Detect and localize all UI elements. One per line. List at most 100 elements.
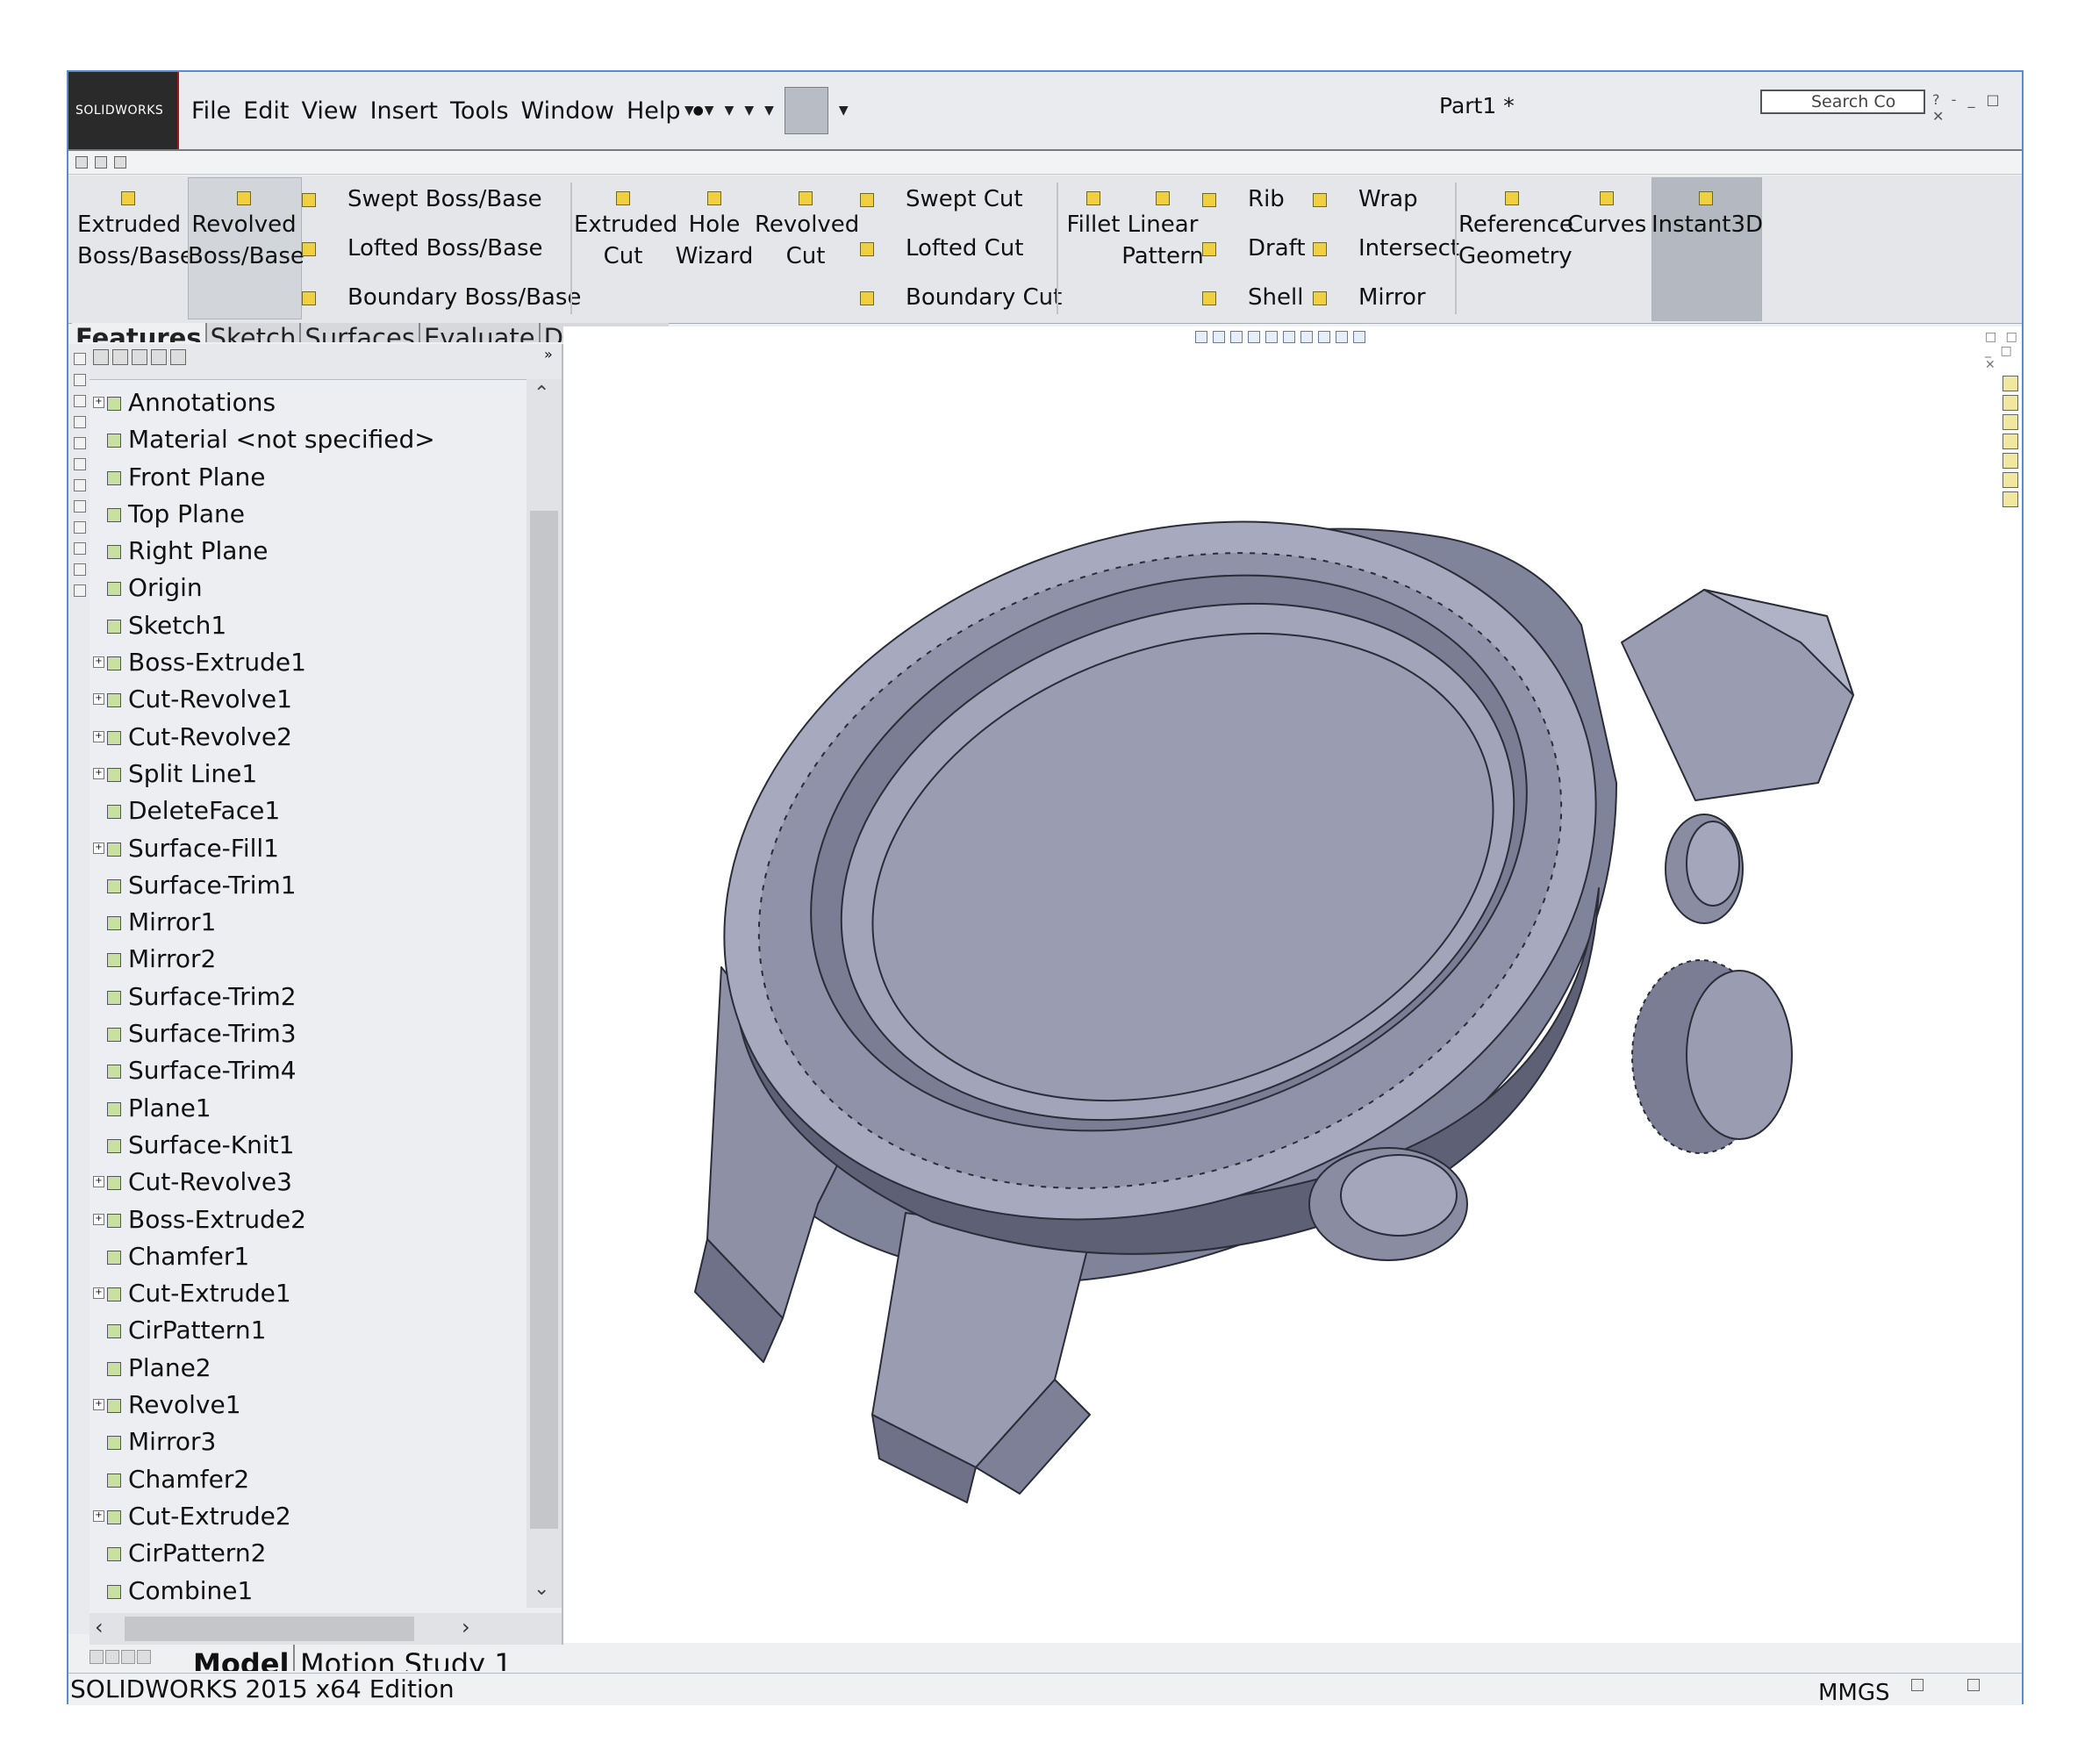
tree-node[interactable]: + Surface-Fill1 (90, 830, 528, 867)
strip-icon[interactable] (74, 584, 86, 597)
tree-node[interactable]: + Cut-Revolve3 (90, 1164, 528, 1201)
rebuild-status-icon[interactable] (1911, 1679, 1924, 1691)
scroll-left-icon[interactable]: ‹ (95, 1615, 104, 1639)
expand-toggle-icon[interactable]: + (93, 656, 104, 669)
tree-node[interactable]: + Boss-Extrude1 (90, 644, 528, 681)
tree-node[interactable]: Origin (90, 570, 528, 606)
tree-node[interactable]: Chamfer2 (90, 1461, 528, 1498)
watch-case-model[interactable] (563, 326, 2022, 1643)
scrollbar-thumb[interactable] (125, 1617, 414, 1641)
menu-tools[interactable]: Tools (450, 97, 509, 125)
strip-icon[interactable] (74, 563, 86, 576)
new-dropdown-icon[interactable]: ▼ (684, 104, 694, 118)
scrollbar-thumb[interactable] (530, 511, 558, 1529)
tree-node[interactable]: Mirror2 (90, 941, 528, 978)
expand-toggle-icon[interactable]: + (93, 1399, 104, 1411)
expand-toggle-icon[interactable]: + (93, 730, 104, 742)
strip-icon[interactable] (74, 437, 86, 449)
menu-file[interactable]: File (191, 97, 231, 125)
extruded-cut-button[interactable]: Extruded Cut (574, 184, 677, 272)
tree-node[interactable]: Material <not specified> (90, 421, 528, 458)
extruded-boss-button[interactable]: Extruded Boss/Base (77, 184, 194, 272)
last-tab-icon[interactable] (137, 1650, 151, 1664)
tree-node[interactable]: Surface-Knit1 (90, 1127, 528, 1164)
strip-icon[interactable] (74, 521, 86, 534)
tree-horizontal-scrollbar[interactable]: ‹ › (90, 1613, 562, 1645)
camera-icon[interactable] (75, 156, 88, 169)
tree-node[interactable]: Plane1 (90, 1090, 528, 1127)
tree-node[interactable]: Front Plane (90, 459, 528, 496)
tree-node[interactable]: DeleteFace1 (90, 792, 528, 829)
lofted-boss-button[interactable]: Lofted Boss/Base (302, 235, 543, 262)
tree-node[interactable]: Surface-Trim2 (90, 979, 528, 1015)
tree-node[interactable]: Surface-Trim3 (90, 1015, 528, 1052)
revolved-boss-button[interactable]: Revolved Boss/Base (188, 184, 304, 272)
tab-features[interactable]: Features (72, 323, 205, 342)
menu-help[interactable]: Help (627, 97, 681, 125)
scroll-right-icon[interactable]: › (462, 1615, 470, 1639)
rib-button[interactable]: Rib (1202, 186, 1285, 212)
strip-icon[interactable] (74, 374, 86, 386)
reference-geometry-button[interactable]: Reference Geometry (1458, 184, 1573, 272)
swept-cut-button[interactable]: Swept Cut (860, 186, 1023, 212)
undo-dropdown-icon[interactable]: ▼ (764, 104, 774, 118)
tree-node[interactable]: + Boss-Extrude2 (90, 1201, 528, 1238)
expand-toggle-icon[interactable]: + (93, 1176, 104, 1188)
tree-node[interactable]: Top Plane (90, 496, 528, 533)
tree-node[interactable]: + Cut-Extrude2 (90, 1498, 528, 1535)
tree-node[interactable]: Right Plane (90, 533, 528, 570)
tree-node[interactable]: Mirror1 (90, 904, 528, 941)
tab-navigation[interactable] (90, 1650, 153, 1667)
save-dropdown-icon[interactable]: ▼ (725, 104, 734, 118)
open-dropdown-icon[interactable]: ▼ (705, 104, 714, 118)
configurationmanager-tab-icon[interactable] (132, 349, 147, 365)
displaymanager-tab-icon[interactable] (170, 349, 186, 365)
scroll-up-icon[interactable]: ⌃ (534, 383, 549, 405)
linear-pattern-button[interactable]: Linear Pattern (1114, 184, 1211, 272)
strip-icon[interactable] (74, 395, 86, 407)
tree-node[interactable]: Surface-Trim1 (90, 867, 528, 904)
intersect-button[interactable]: Intersect (1313, 235, 1459, 262)
tree-node[interactable]: + Annotations (90, 384, 528, 421)
tree-node[interactable]: Combine1 (90, 1573, 528, 1610)
first-tab-icon[interactable] (90, 1650, 104, 1664)
tree-node[interactable]: + Cut-Revolve2 (90, 719, 528, 756)
select-tool-button[interactable] (784, 87, 828, 134)
shell-button[interactable]: Shell (1202, 284, 1303, 311)
tree-node[interactable]: + Cut-Extrude1 (90, 1275, 528, 1312)
menu-window[interactable]: Window (521, 97, 614, 125)
wrap-button[interactable]: Wrap (1313, 186, 1418, 212)
lofted-cut-button[interactable]: Lofted Cut (860, 235, 1023, 262)
menu-edit[interactable]: Edit (243, 97, 289, 125)
boundary-cut-button[interactable]: Boundary Cut (860, 284, 1062, 311)
expand-toggle-icon[interactable]: + (93, 842, 104, 854)
curves-button[interactable]: Curves (1567, 184, 1646, 240)
window-controls[interactable]: ? - _ □ ✕ (1932, 91, 2022, 125)
expand-toggle-icon[interactable]: + (93, 397, 104, 408)
tree-node[interactable]: Chamfer1 (90, 1238, 528, 1275)
strip-icon[interactable] (74, 500, 86, 513)
expand-toggle-icon[interactable]: + (93, 693, 104, 706)
scroll-down-icon[interactable]: ⌄ (534, 1578, 549, 1600)
strip-icon[interactable] (74, 416, 86, 428)
unit-system[interactable]: MMGS (1818, 1677, 1890, 1709)
tree-node[interactable]: Plane2 (90, 1350, 528, 1387)
instant3d-button[interactable]: Instant3D (1651, 184, 1763, 240)
tree-node[interactable]: + Cut-Revolve1 (90, 681, 528, 718)
menu-insert[interactable]: Insert (370, 97, 438, 125)
tree-node[interactable]: Mirror3 (90, 1423, 528, 1460)
strip-icon[interactable] (74, 479, 86, 491)
expand-toggle-icon[interactable]: + (93, 1509, 104, 1522)
propertymanager-tab-icon[interactable] (112, 349, 128, 365)
graphics-area[interactable]: □ □ _ □ ✕ (563, 326, 2022, 1643)
strip-icon[interactable] (74, 353, 86, 365)
dimxpertmanager-tab-icon[interactable] (151, 349, 167, 365)
next-tab-icon[interactable] (121, 1650, 135, 1664)
tree-node[interactable]: + Split Line1 (90, 756, 528, 792)
expand-toggle-icon[interactable]: + (93, 767, 104, 779)
search-input[interactable]: Search Co (1760, 90, 1925, 114)
featuremanager-tab-icon[interactable] (93, 349, 109, 365)
tab-evaluate[interactable]: Evaluate (418, 323, 539, 342)
tree-node[interactable]: + Revolve1 (90, 1387, 528, 1423)
tab-surfaces[interactable]: Surfaces (299, 323, 419, 342)
